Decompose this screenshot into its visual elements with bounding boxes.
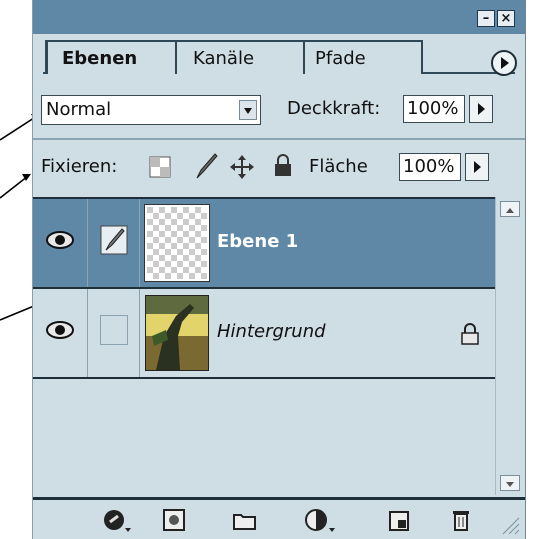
chevron-up-icon (506, 208, 514, 213)
new-set-icon[interactable] (233, 511, 257, 531)
lock-icon (461, 323, 479, 345)
close-button[interactable]: × (497, 10, 515, 27)
blend-mode-select[interactable]: Normal (41, 95, 261, 125)
divider (33, 138, 525, 140)
tab-ebenen[interactable]: Ebenen (45, 40, 177, 74)
layers-list: Ebene 1 Hintergrund (33, 197, 495, 497)
layer-row-hintergrund[interactable]: Hintergrund (33, 289, 495, 379)
opacity-label: Deckkraft: (287, 98, 381, 119)
link-cell[interactable] (88, 289, 140, 377)
adjustment-layer-icon[interactable] (305, 508, 335, 532)
chevron-down-icon[interactable] (239, 100, 257, 120)
palette-menu-button[interactable] (491, 50, 517, 76)
layers-footer (33, 497, 525, 539)
empty-link-box (100, 315, 128, 345)
lock-label: Fixieren: (41, 156, 118, 177)
layer-name[interactable]: Ebene 1 (217, 231, 298, 252)
fill-label: Fläche (309, 156, 368, 177)
chevron-down-icon (506, 482, 514, 487)
new-layer-icon[interactable] (389, 511, 409, 531)
layer-style-icon[interactable] (103, 508, 131, 532)
blend-row: Normal Deckkraft: 100% (33, 84, 525, 136)
layer-thumbnail-transparent (144, 204, 210, 282)
photo-thumbnail (146, 296, 208, 370)
visibility-cell[interactable] (33, 199, 88, 287)
blend-mode-value: Normal (46, 99, 112, 120)
minimize-button[interactable]: – (477, 10, 495, 27)
resize-grip-icon[interactable] (497, 512, 521, 536)
layers-panel: – × Pfade Kanäle Ebenen Normal Deckkraft… (32, 0, 526, 539)
scroll-down-button[interactable] (500, 475, 520, 491)
layer-name[interactable]: Hintergrund (217, 321, 326, 342)
lock-row: Fixieren: Fläche 100% (33, 142, 525, 194)
lock-move-icon[interactable] (229, 154, 255, 180)
tab-kanaele[interactable]: Kanäle (161, 40, 305, 74)
fill-input[interactable]: 100% (399, 153, 461, 181)
paintbrush-icon (100, 225, 128, 255)
layer-thumbnail-photo (145, 295, 209, 371)
trash-icon[interactable] (451, 508, 471, 532)
visibility-cell[interactable] (33, 289, 88, 377)
fill-slider-button[interactable] (465, 153, 489, 181)
lock-all-icon[interactable] (273, 154, 293, 178)
link-cell[interactable] (88, 199, 140, 287)
layer-row-ebene-1[interactable]: Ebene 1 (33, 199, 495, 289)
lock-transparency-icon[interactable] (149, 156, 171, 178)
lock-brush-icon[interactable] (193, 152, 219, 180)
opacity-input[interactable]: 100% (403, 95, 465, 123)
opacity-slider-button[interactable] (469, 95, 493, 123)
transparency-checkerboard (147, 207, 207, 279)
palette-titlebar[interactable]: – × (33, 0, 525, 34)
eye-icon[interactable] (45, 319, 75, 341)
scroll-up-button[interactable] (500, 201, 520, 217)
eye-icon[interactable] (45, 229, 75, 251)
mask-icon[interactable] (163, 509, 185, 531)
layers-scrollbar[interactable] (495, 197, 525, 495)
